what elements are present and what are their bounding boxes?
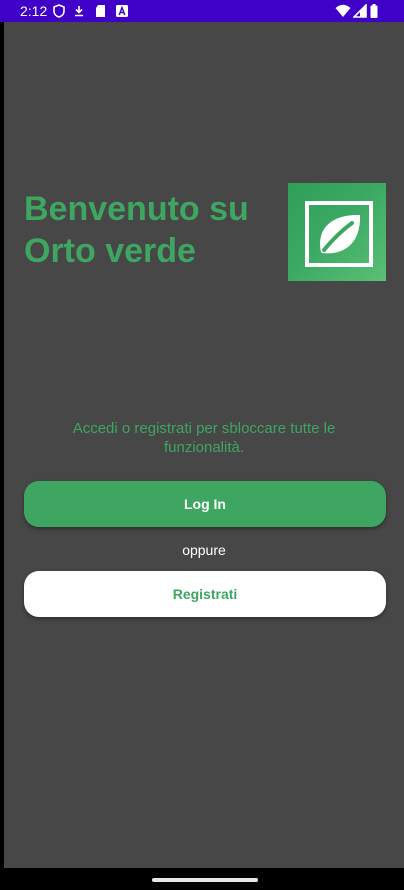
sd-card-icon xyxy=(94,4,108,18)
signal-icon xyxy=(353,4,367,18)
register-button[interactable]: Registrati xyxy=(24,571,386,617)
status-bar: 2:12 xyxy=(0,0,404,22)
font-a-icon xyxy=(115,4,129,18)
battery-icon xyxy=(370,4,378,18)
wifi-icon xyxy=(335,4,351,18)
or-separator: oppure xyxy=(182,542,226,558)
app-logo xyxy=(288,183,386,281)
shield-icon xyxy=(52,4,66,18)
welcome-title: Benvenuto su Orto verde xyxy=(24,190,249,270)
welcome-screen: Benvenuto su Orto verde Accedi o registr… xyxy=(4,22,404,868)
login-button[interactable]: Log In xyxy=(24,481,386,527)
leaf-icon xyxy=(305,201,373,267)
welcome-subtitle: Accedi o registrati per sbloccare tutte … xyxy=(72,420,336,456)
navigation-bar xyxy=(0,868,404,890)
status-time: 2:12 xyxy=(20,3,48,19)
download-icon xyxy=(72,4,86,18)
home-indicator[interactable] xyxy=(152,878,258,882)
